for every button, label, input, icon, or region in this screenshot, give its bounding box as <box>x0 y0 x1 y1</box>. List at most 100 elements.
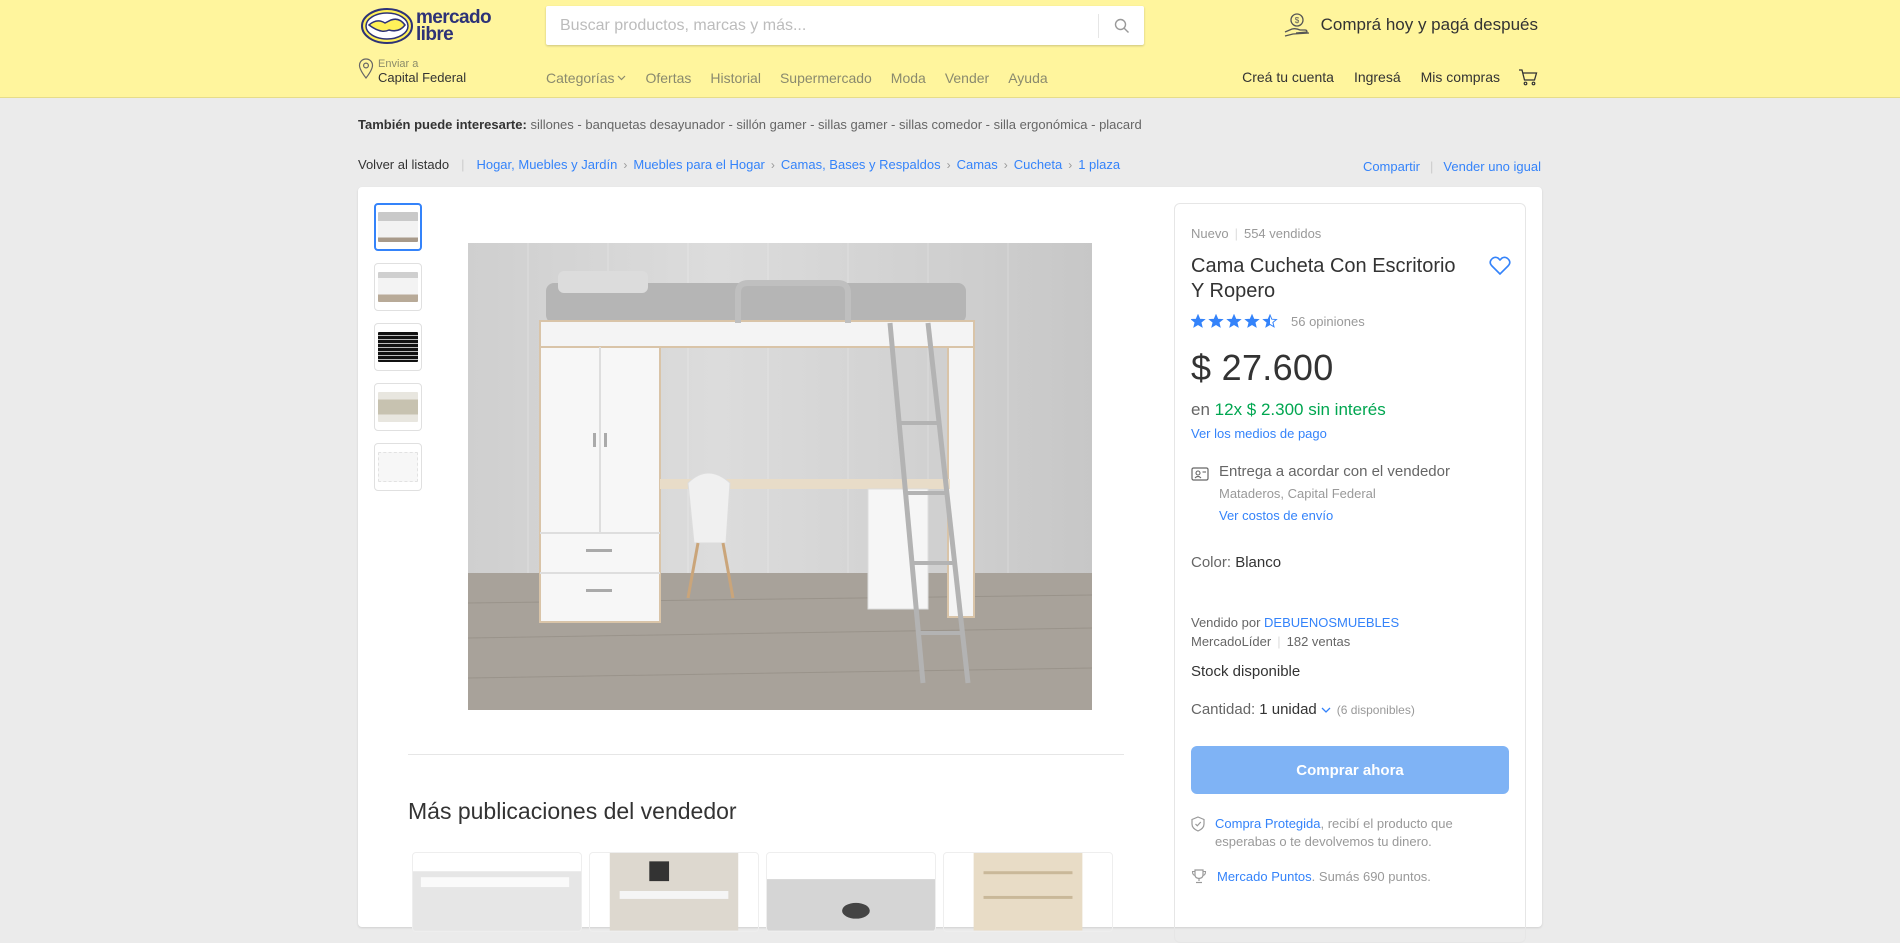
color-label: Color: <box>1191 554 1232 571</box>
heart-icon[interactable] <box>1489 256 1511 276</box>
seller-product-card[interactable] <box>766 852 936 932</box>
nav-historial[interactable]: Historial <box>710 70 761 86</box>
chevron-down-icon <box>1321 707 1331 713</box>
share-separator: | <box>1430 159 1434 174</box>
breadcrumb: Volver al listado | Hogar, Muebles y Jar… <box>358 157 1120 172</box>
color-variant: Color: Blanco <box>1191 554 1281 571</box>
contact-card-icon <box>1191 467 1209 481</box>
shield-icon <box>1191 816 1205 832</box>
chevron-down-icon <box>618 75 626 81</box>
mercadolibre-logo[interactable]: mercado libre <box>361 8 492 44</box>
search-input[interactable] <box>546 6 1086 45</box>
breadcrumb-item[interactable]: Cucheta <box>1014 157 1062 172</box>
stars-icon <box>1191 314 1278 328</box>
nav-ofertas[interactable]: Ofertas <box>645 70 691 86</box>
search-button[interactable] <box>1099 6 1144 45</box>
search-icon <box>1114 18 1129 33</box>
nav-moda[interactable]: Moda <box>891 70 926 86</box>
my-purchases-link[interactable]: Mis compras <box>1421 69 1500 85</box>
reviews-count: 56 opiniones <box>1291 314 1365 329</box>
product-card: Más publicaciones del vendedor Nuevo | 554… <box>358 187 1542 943</box>
share-link[interactable]: Compartir <box>1363 159 1420 174</box>
header: mercado libre $ Comprá hoy y pagá despué… <box>0 0 1900 98</box>
quantity-selector[interactable]: Cantidad: 1 unidad (6 disponibles) <box>1191 701 1415 718</box>
installments: en 12x $ 2.300 sin interés <box>1191 400 1386 420</box>
nav-categorias[interactable]: Categorías <box>546 70 626 86</box>
seller-badge: MercadoLíder <box>1191 634 1272 649</box>
login-link[interactable]: Ingresá <box>1354 69 1401 85</box>
chevron-right-icon: › <box>623 157 628 172</box>
thumbnail-image <box>378 332 418 362</box>
thumbnail-4[interactable] <box>374 383 422 431</box>
related-searches-links[interactable]: sillones - banquetas desayunador - silló… <box>530 117 1141 132</box>
seller-product-card[interactable] <box>589 852 759 932</box>
rating[interactable]: 56 opiniones <box>1191 314 1365 329</box>
product-thumbnail <box>609 853 739 931</box>
related-searches: También puede interesarte: sillones - ba… <box>358 117 1142 132</box>
nav-supermercado[interactable]: Supermercado <box>780 70 872 86</box>
buy-box: Nuevo | 554 vendidos Cama Cucheta Con Escr… <box>1174 203 1526 943</box>
condition-line: Nuevo | 554 vendidos <box>1191 226 1322 241</box>
seller-product-card[interactable] <box>943 852 1113 932</box>
thumbnail-1[interactable] <box>374 203 422 251</box>
shipping-costs-link[interactable]: Ver costos de envío <box>1219 508 1450 523</box>
payment-methods-link[interactable]: Ver los medios de pago <box>1191 426 1327 441</box>
seller-sales: 182 ventas <box>1286 634 1351 649</box>
cart-icon[interactable] <box>1518 68 1538 86</box>
product-thumbnail <box>973 853 1083 931</box>
installments-prefix: en <box>1191 400 1210 419</box>
promo-text: Comprá hoy y pagá después <box>1320 15 1538 34</box>
stock-status: Stock disponible <box>1191 663 1301 680</box>
thumbnail-image <box>378 272 418 302</box>
protected-purchase-link[interactable]: Compra Protegida <box>1215 816 1321 831</box>
nav-categorias-label: Categorías <box>546 70 615 86</box>
loft-bed-illustration <box>468 243 1092 710</box>
search-bar <box>546 6 1144 45</box>
seller-product-card[interactable] <box>412 852 582 932</box>
sold-count: 554 vendidos <box>1243 226 1322 241</box>
location-value: Capital Federal <box>378 70 467 85</box>
mercado-points-link[interactable]: Mercado Puntos <box>1217 869 1312 884</box>
buy-now-button[interactable]: Comprar ahora <box>1191 746 1509 794</box>
thumbnail-2[interactable] <box>374 263 422 311</box>
breadcrumb-item[interactable]: Hogar, Muebles y Jardín <box>476 157 617 172</box>
more-from-seller-title: Más publicaciones del vendedor <box>408 798 737 824</box>
installments-value: 12x $ 2.300 sin interés <box>1214 400 1386 419</box>
chevron-right-icon: › <box>1068 157 1073 172</box>
thumbnail-5[interactable] <box>374 443 422 491</box>
seller-info: Vendido por DEBUENOSMUEBLES MercadoLíder… <box>1191 615 1400 649</box>
location-selector[interactable]: Enviar a Capital Federal <box>358 58 466 86</box>
location-pin-icon <box>358 58 374 79</box>
quantity-label: Cantidad: <box>1191 701 1256 718</box>
thumbnail-3[interactable] <box>374 323 422 371</box>
mercado-points: Mercado Puntos. Sumás 690 puntos. <box>1191 868 1507 886</box>
breadcrumb-item[interactable]: 1 plaza <box>1078 157 1120 172</box>
thumbnail-image <box>378 212 418 242</box>
back-to-list-link[interactable]: Volver al listado <box>358 157 449 172</box>
main-nav: Categorías Ofertas Historial Supermercad… <box>546 70 1067 86</box>
main-product-image[interactable] <box>468 243 1092 710</box>
breadcrumb-item[interactable]: Muebles para el Hogar <box>633 157 765 172</box>
promo-banner[interactable]: $ Comprá hoy y pagá después <box>1283 12 1538 38</box>
user-nav: Creá tu cuenta Ingresá Mis compras <box>1222 68 1538 86</box>
mercado-points-text: . Sumás 690 puntos. <box>1311 869 1431 884</box>
product-thumbnail <box>413 871 581 931</box>
create-account-link[interactable]: Creá tu cuenta <box>1242 69 1334 85</box>
thumbnail-image <box>378 392 418 422</box>
breadcrumb-item[interactable]: Camas <box>957 157 998 172</box>
color-value: Blanco <box>1235 554 1282 571</box>
chevron-right-icon: › <box>1003 157 1008 172</box>
seller-prefix: Vendido por <box>1191 615 1261 630</box>
quantity-available: (6 disponibles) <box>1336 702 1415 717</box>
protected-purchase: Compra Protegida, recibí el producto que… <box>1191 815 1505 851</box>
trophy-icon <box>1191 869 1207 884</box>
handshake-logo-icon <box>361 8 413 44</box>
breadcrumb-item[interactable]: Camas, Bases y Respaldos <box>781 157 941 172</box>
nav-ayuda[interactable]: Ayuda <box>1008 70 1047 86</box>
chevron-right-icon: › <box>770 157 775 172</box>
seller-name-link[interactable]: DEBUENOSMUEBLES <box>1264 615 1399 630</box>
nav-vender[interactable]: Vender <box>945 70 989 86</box>
product-title: Cama Cucheta Con Escritorio Y Ropero <box>1191 255 1456 302</box>
sell-same-link[interactable]: Vender uno igual <box>1443 159 1541 174</box>
svg-text:$: $ <box>1294 16 1299 25</box>
